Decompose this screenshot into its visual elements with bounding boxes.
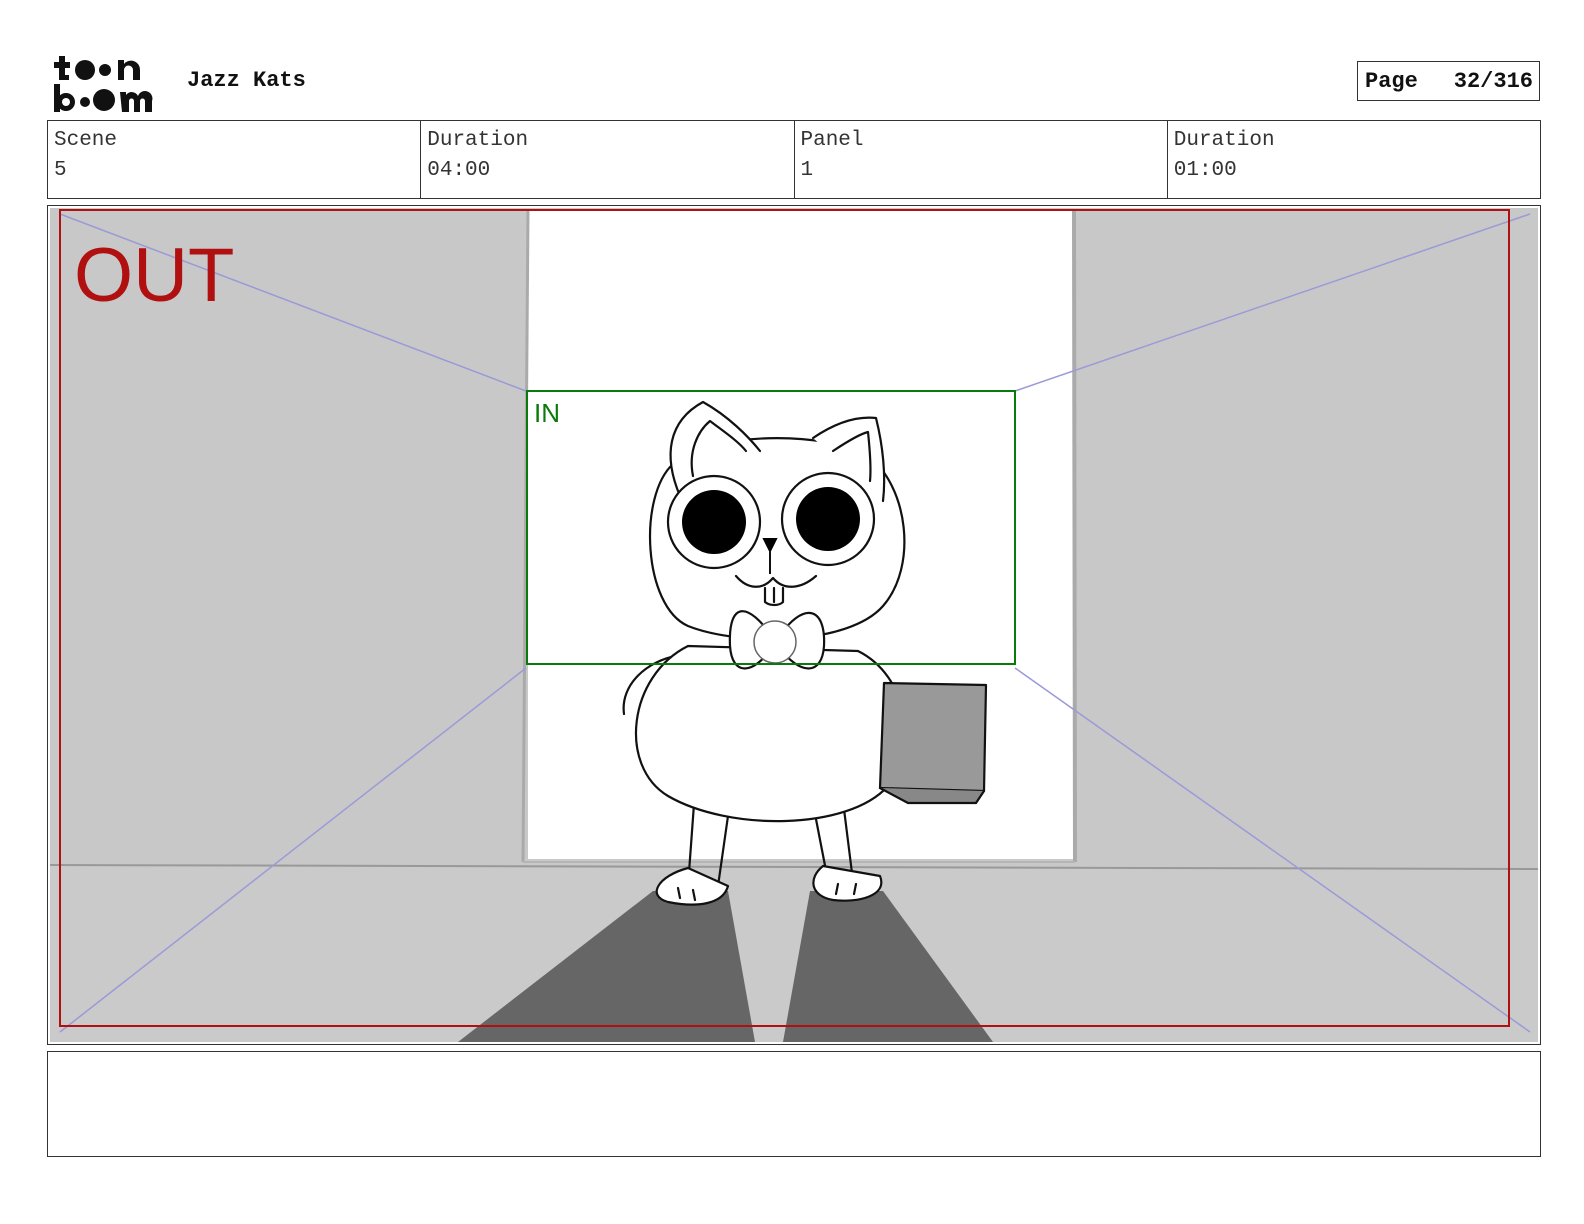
scene-cell: Scene 5: [48, 121, 422, 198]
scene-duration-cell: Duration 04:00: [421, 121, 795, 198]
panel-duration-label: Duration: [1173, 129, 1275, 152]
in-label: IN: [534, 398, 560, 428]
cat-eye-right: [796, 487, 860, 551]
panel-value: 1: [800, 159, 814, 182]
toon-boom-logo: [54, 56, 153, 112]
scene-label: Scene: [54, 129, 118, 152]
project-title: Jazz Kats: [187, 68, 306, 93]
scene-info-row: Scene 5 Duration 04:00 Panel 1 Duration …: [47, 120, 1541, 199]
panel-duration-value: 01:00: [1173, 159, 1237, 182]
storyboard-panel: IN OUT: [49, 208, 1539, 1042]
page-indicator: Page 32/316: [1357, 61, 1540, 101]
panel-duration-cell: Duration 01:00: [1168, 121, 1540, 198]
scene-duration-label: Duration: [427, 129, 529, 152]
scene-value: 5: [54, 159, 67, 182]
panel-label: Panel: [800, 129, 864, 152]
bowtie-knot: [753, 620, 797, 664]
panel-cell: Panel 1: [795, 121, 1168, 198]
panel-notes[interactable]: [47, 1051, 1541, 1157]
cat-eye-left: [682, 490, 746, 554]
scene-duration-value: 04:00: [427, 159, 491, 182]
page-label: Page: [1365, 68, 1418, 94]
out-label: OUT: [74, 233, 234, 318]
page-number: 32/316: [1453, 68, 1533, 94]
